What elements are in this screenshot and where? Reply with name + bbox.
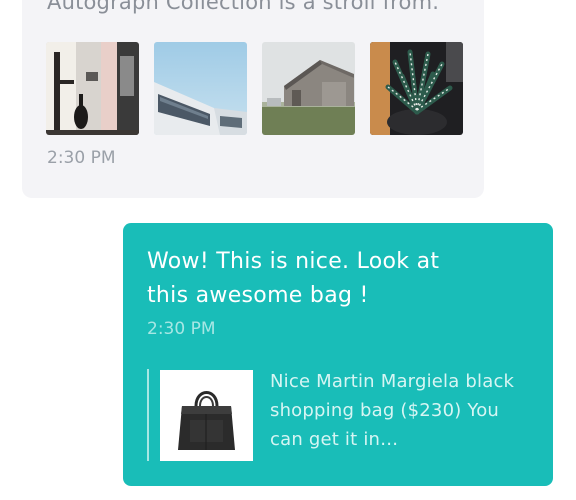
incoming-timestamp: 2:30 PM: [47, 148, 116, 168]
product-description: Nice Martin Margiela black shopping bag …: [270, 371, 515, 450]
photo-succulent-plant[interactable]: [370, 42, 463, 135]
photo-modern-building[interactable]: [154, 42, 247, 135]
incoming-message-text: Autograph Collection is a stroll from.: [47, 0, 440, 14]
photo-interior-vase[interactable]: [46, 42, 139, 135]
outgoing-timestamp: 2:30 PM: [147, 319, 216, 339]
product-image-bag[interactable]: [160, 370, 253, 461]
photo-gallery: [46, 42, 463, 135]
incoming-message-bubble: Autograph Collection is a stroll from. 2…: [22, 0, 484, 198]
photo-barn-in-fog[interactable]: [262, 42, 355, 135]
outgoing-message-bubble: Wow! This is nice. Look at this awesome …: [123, 223, 553, 486]
quote-bar: [147, 369, 149, 461]
outgoing-message-text: Wow! This is nice. Look at this awesome …: [147, 249, 440, 308]
product-link-preview[interactable]: Nice Martin Margiela black shopping bag …: [147, 369, 537, 461]
